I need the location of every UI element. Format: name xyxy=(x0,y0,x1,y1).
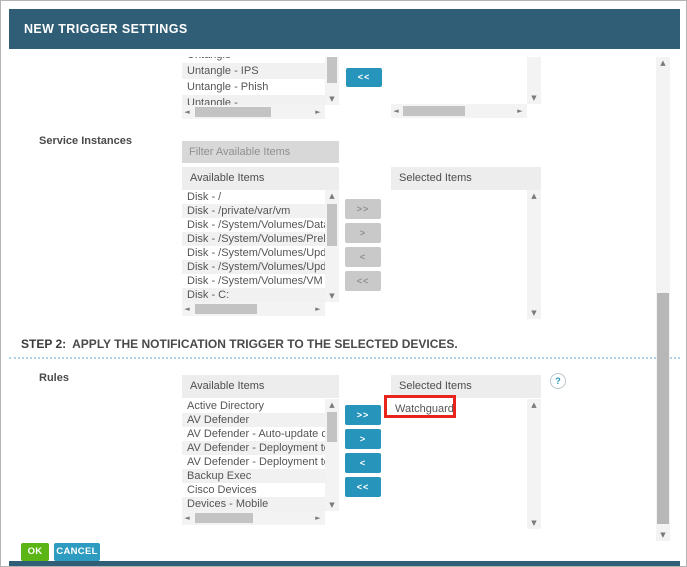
scroll-left-icon[interactable]: ◄ xyxy=(182,511,192,525)
scroll-down-icon[interactable]: ▼ xyxy=(325,290,339,302)
list-item[interactable]: Disk - /System/Volumes/Update/ xyxy=(182,260,325,274)
scroll-right-icon[interactable]: ► xyxy=(313,105,323,119)
dialog-header: NEW TRIGGER SETTINGS xyxy=(9,9,680,49)
list-item[interactable]: Disk - /System/Volumes/Update xyxy=(182,246,325,260)
scroll-left-icon[interactable]: ◄ xyxy=(391,104,401,118)
scroll-up-icon[interactable]: ▲ xyxy=(325,190,339,202)
scrollbar-thumb[interactable] xyxy=(195,107,271,117)
list-item[interactable]: Disk - /System/Volumes/Data xyxy=(182,218,325,232)
step2-heading: STEP 2: APPLY THE NOTIFICATION TRIGGER TO… xyxy=(21,337,458,351)
list-item[interactable]: AV Defender - Deployment to Se xyxy=(182,441,325,455)
service-selected-list xyxy=(391,190,527,319)
scroll-right-icon[interactable]: ► xyxy=(313,511,323,525)
scroll-right-icon[interactable]: ► xyxy=(515,104,525,118)
service-instances-label: Service Instances xyxy=(39,135,132,147)
scrollbar-horizontal[interactable]: ◄ ► xyxy=(182,105,325,119)
scroll-right-icon[interactable]: ► xyxy=(313,302,323,316)
help-icon[interactable]: ? xyxy=(550,373,566,389)
list-item[interactable]: Backup Exec xyxy=(182,469,325,483)
rules-selected-list: Watchguard xyxy=(391,399,527,529)
move-one-left-button[interactable]: < xyxy=(345,453,381,473)
scrollbar-thumb[interactable] xyxy=(327,57,337,83)
scrollbar-thumb[interactable] xyxy=(327,204,337,246)
move-one-right-button[interactable]: > xyxy=(345,223,381,243)
scrollbar-thumb[interactable] xyxy=(657,293,669,524)
step2-label: STEP 2: xyxy=(21,337,67,351)
available-items-header: Available Items xyxy=(182,167,339,190)
top-selected-list xyxy=(391,57,527,104)
scrollbar-thumb[interactable] xyxy=(195,513,253,523)
list-item[interactable]: Cisco Devices xyxy=(182,483,325,497)
top-available-list: Untangle - Untangle - IPS Untangle - Phi… xyxy=(182,57,325,105)
ok-button[interactable]: OK xyxy=(21,543,49,561)
list-item[interactable]: AV Defender - Auto-update confi xyxy=(182,427,325,441)
scrollbar-horizontal[interactable]: ◄ ► xyxy=(391,104,527,118)
move-all-left-button[interactable]: << xyxy=(345,477,381,497)
move-all-left-button[interactable]: << xyxy=(346,68,382,87)
scrollbar-thumb[interactable] xyxy=(403,106,465,116)
selected-items-header: Selected Items xyxy=(391,167,541,190)
list-item[interactable]: Active Directory xyxy=(182,399,325,413)
filter-available-items-input[interactable] xyxy=(182,141,339,163)
list-item[interactable]: Disk - / xyxy=(182,190,325,204)
scrollbar-thumb[interactable] xyxy=(195,304,257,314)
scroll-down-icon[interactable]: ▼ xyxy=(325,499,339,511)
rules-available-list: Active Directory AV Defender AV Defender… xyxy=(182,399,325,511)
step2-text: APPLY THE NOTIFICATION TRIGGER TO THE SE… xyxy=(72,337,458,351)
list-item[interactable]: Disk - /System/Volumes/VM xyxy=(182,274,325,288)
list-item[interactable]: AV Defender xyxy=(182,413,325,427)
list-item[interactable]: Disk - /private/var/vm xyxy=(182,204,325,218)
rules-label: Rules xyxy=(39,372,69,384)
scroll-left-icon[interactable]: ◄ xyxy=(182,302,192,316)
dialog-bottom-edge xyxy=(9,561,680,566)
list-item[interactable]: Untangle - IPS xyxy=(182,63,325,79)
cancel-button[interactable]: CANCEL xyxy=(54,543,100,561)
available-items-header: Available Items xyxy=(182,375,339,398)
scrollbar-vertical[interactable]: ▲ ▼ xyxy=(325,190,339,302)
scroll-down-icon[interactable]: ▼ xyxy=(656,529,670,541)
scroll-up-icon[interactable]: ▲ xyxy=(527,190,541,202)
scrollbar-horizontal[interactable]: ◄ ► xyxy=(182,511,325,525)
scroll-down-icon[interactable]: ▼ xyxy=(325,93,339,105)
scrollbar-vertical[interactable]: ▼ xyxy=(527,57,541,104)
scroll-up-icon[interactable]: ▲ xyxy=(325,399,339,411)
highlight-box xyxy=(384,395,456,418)
scrollbar-vertical[interactable]: ▲ ▼ xyxy=(527,190,541,319)
list-item-partial: Untangle - xyxy=(182,95,325,105)
scroll-up-icon[interactable]: ▲ xyxy=(656,57,670,69)
scroll-down-icon[interactable]: ▼ xyxy=(527,307,541,319)
scrollbar-vertical[interactable]: ▲ ▼ xyxy=(325,399,339,511)
list-item[interactable]: Disk - C: xyxy=(182,288,325,302)
new-trigger-settings-dialog: NEW TRIGGER SETTINGS Untangle - Untangle… xyxy=(0,0,687,567)
scroll-left-icon[interactable]: ◄ xyxy=(182,105,192,119)
scrollbar-thumb[interactable] xyxy=(327,412,337,442)
scroll-down-icon[interactable]: ▼ xyxy=(527,92,541,104)
move-all-left-button[interactable]: << xyxy=(345,271,381,291)
scroll-down-icon[interactable]: ▼ xyxy=(527,517,541,529)
list-item[interactable]: Untangle - Phish xyxy=(182,79,325,95)
list-item[interactable]: Devices - Mobile xyxy=(182,497,325,511)
list-item[interactable]: Disk - /System/Volumes/Preboot xyxy=(182,232,325,246)
dialog-title: NEW TRIGGER SETTINGS xyxy=(24,22,188,36)
scroll-up-icon[interactable]: ▲ xyxy=(527,399,541,411)
list-item[interactable]: AV Defender - Deployment to Wo xyxy=(182,455,325,469)
scrollbar-horizontal[interactable]: ◄ ► xyxy=(182,302,325,316)
scrollbar-vertical[interactable]: ▼ xyxy=(325,57,339,105)
move-one-left-button[interactable]: < xyxy=(345,247,381,267)
move-all-right-button[interactable]: >> xyxy=(345,405,381,425)
section-divider xyxy=(9,357,680,359)
move-one-right-button[interactable]: > xyxy=(345,429,381,449)
scrollbar-vertical[interactable]: ▲ ▼ xyxy=(527,399,541,529)
move-all-right-button[interactable]: >> xyxy=(345,199,381,219)
scrollbar-vertical-main[interactable]: ▲ ▼ xyxy=(656,57,670,541)
service-available-list: Disk - / Disk - /private/var/vm Disk - /… xyxy=(182,190,325,302)
